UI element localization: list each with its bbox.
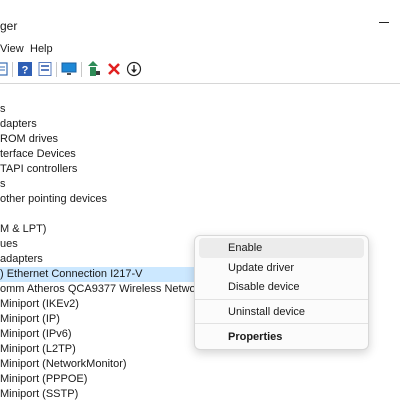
tree-row[interactable]: ues xyxy=(0,237,18,252)
toolbar-separator xyxy=(12,62,13,77)
minimize-button[interactable] xyxy=(374,8,396,30)
menu-separator xyxy=(195,299,368,300)
tree-row[interactable]: s xyxy=(0,102,6,117)
svg-text:?: ? xyxy=(22,65,29,77)
enable-label: Enable xyxy=(228,242,263,254)
tree-row[interactable]: omm Atheros QCA9377 Wireless Network xyxy=(0,282,205,297)
toolbar-separator xyxy=(81,62,82,77)
window-title: ger xyxy=(0,19,18,33)
tree-row[interactable]: ROM drives xyxy=(0,132,58,147)
tree-row[interactable]: terface Devices xyxy=(0,147,76,162)
uninstall-icon[interactable] xyxy=(106,61,122,77)
toolbar-separator xyxy=(56,62,57,77)
tree-row[interactable]: Miniport (IPv6) xyxy=(0,327,72,342)
tree-row-selected[interactable]: ) Ethernet Connection I217-V xyxy=(0,267,200,282)
properties-label: Properties xyxy=(228,331,283,343)
tree-row[interactable]: Miniport (L2TP) xyxy=(0,342,76,357)
tree-row[interactable]: s xyxy=(0,177,6,192)
properties-icon[interactable] xyxy=(37,61,53,77)
tree-row[interactable]: M & LPT) xyxy=(0,222,46,237)
properties-menu-item[interactable]: Properties xyxy=(199,327,364,347)
tree-row[interactable]: Miniport (IKEv2) xyxy=(0,297,79,312)
toolbar: ? xyxy=(0,59,400,81)
update-driver-icon[interactable] xyxy=(86,61,102,77)
menu-separator xyxy=(195,323,368,324)
tree-row[interactable]: TAPI controllers xyxy=(0,162,77,177)
enable-menu-item[interactable]: Enable xyxy=(199,238,364,258)
minimize-icon xyxy=(379,22,389,23)
menu-bar: View Help xyxy=(0,37,400,59)
uninstall-device-menu-item[interactable]: Uninstall device xyxy=(199,302,364,322)
tree-row[interactable]: adapters xyxy=(0,252,43,267)
properties-sheet-icon[interactable] xyxy=(0,61,9,77)
disable-device-menu-item[interactable]: Disable device xyxy=(199,277,364,297)
update-driver-menu-item[interactable]: Update driver xyxy=(199,258,364,278)
context-menu: Enable Update driver Disable device Unin… xyxy=(194,235,369,350)
tree-row[interactable]: dapters xyxy=(0,117,37,132)
menu-view[interactable]: View xyxy=(0,43,24,55)
tree-row[interactable]: other pointing devices xyxy=(0,192,107,207)
help-icon[interactable]: ? xyxy=(17,61,33,77)
uninstall-device-label: Uninstall device xyxy=(228,306,306,318)
title-bar: ger xyxy=(0,0,400,37)
update-driver-label: Update driver xyxy=(228,262,295,274)
download-icon[interactable] xyxy=(126,61,142,77)
tree-row[interactable]: Miniport (PPPOE) xyxy=(0,372,87,387)
menu-help[interactable]: Help xyxy=(30,43,53,55)
monitor-icon[interactable] xyxy=(61,61,77,77)
tree-row[interactable]: Miniport (IP) xyxy=(0,312,60,327)
disable-device-label: Disable device xyxy=(228,281,300,293)
tree-row[interactable]: Miniport (NetworkMonitor) xyxy=(0,357,127,372)
